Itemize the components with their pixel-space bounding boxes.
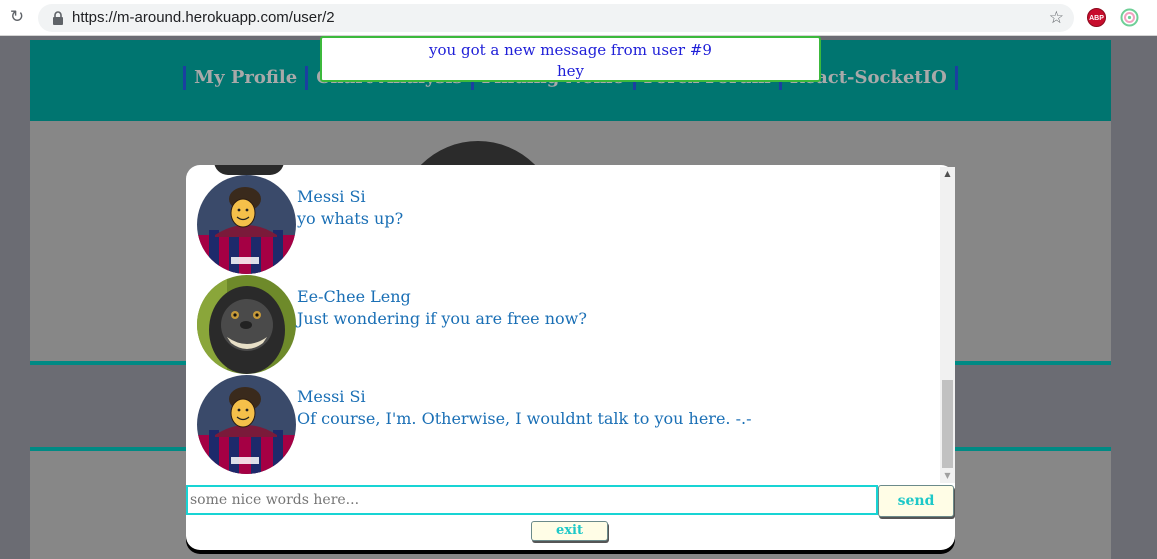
nav-link-my-profile[interactable]: My Profile: [186, 66, 305, 90]
new-message-notification: you got a new message from user #9 hey: [320, 36, 821, 82]
message-text: Of course, I'm. Otherwise, I wouldnt tal…: [297, 409, 752, 428]
chat-message: Ee-Chee Leng Just wondering if you are f…: [186, 275, 939, 375]
send-button[interactable]: send: [878, 485, 954, 517]
message-input[interactable]: [186, 485, 878, 515]
message-text: yo whats up?: [297, 209, 404, 228]
adblock-plus-icon[interactable]: ABP: [1087, 8, 1106, 27]
extension-icon[interactable]: [1120, 8, 1139, 27]
messi-avatar: [197, 375, 296, 474]
chat-message: Messi Si Of course, I'm. Otherwise, I wo…: [186, 375, 939, 475]
exit-button[interactable]: exit: [531, 521, 608, 541]
browser-toolbar: ↻ https://m-around.herokuapp.com/user/2 …: [0, 0, 1157, 36]
scroll-up-arrow-icon[interactable]: ▲: [940, 167, 955, 181]
reload-icon[interactable]: ↻: [8, 6, 26, 28]
scrollbar-thumb[interactable]: [942, 380, 953, 468]
address-bar[interactable]: https://m-around.herokuapp.com/user/2 ☆: [38, 4, 1074, 32]
chat-message: Messi Si yo whats up?: [186, 175, 939, 275]
bookmark-star-icon[interactable]: ☆: [1049, 4, 1064, 32]
message-scrollbar[interactable]: ▲ ▼: [940, 167, 955, 483]
notification-title: you got a new message from user #9: [429, 41, 712, 59]
chat-modal: Messi Si yo whats up? Ee-Chee Leng Just …: [186, 165, 955, 550]
lock-icon: [53, 11, 63, 25]
message-sender: Ee-Chee Leng: [297, 287, 411, 306]
scroll-down-arrow-icon[interactable]: ▼: [940, 469, 955, 483]
nav-divider: [954, 66, 958, 90]
message-sender: Messi Si: [297, 387, 366, 406]
message-sender: Messi Si: [297, 187, 366, 206]
notification-message: hey: [556, 62, 584, 80]
monkey-avatar: [197, 275, 296, 374]
message-text: Just wondering if you are free now?: [297, 309, 587, 328]
messi-avatar: [197, 175, 296, 274]
message-list[interactable]: Messi Si yo whats up? Ee-Chee Leng Just …: [186, 165, 939, 483]
previous-avatar-partial: [214, 165, 284, 175]
url-text: https://m-around.herokuapp.com/user/2: [72, 9, 335, 26]
